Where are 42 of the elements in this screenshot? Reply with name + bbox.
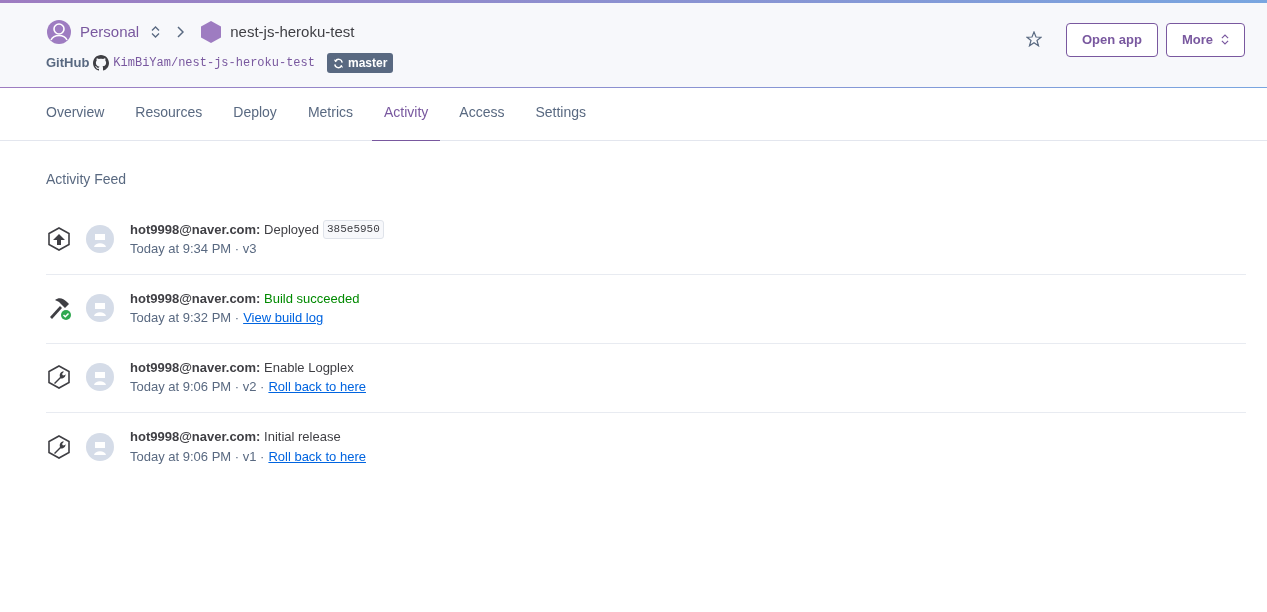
source-label: GitHub xyxy=(46,54,90,73)
nav-tab[interactable]: Overview xyxy=(34,88,117,141)
activity-text: hot9998@naver.com: Deployed xyxy=(130,220,319,239)
activity-link[interactable]: View build log xyxy=(243,308,324,328)
branch-badge: master xyxy=(326,53,394,73)
open-app-button[interactable]: Open app xyxy=(1066,23,1158,57)
nav-tab[interactable]: Activity xyxy=(372,88,441,141)
nav-tab[interactable]: Resources xyxy=(123,88,215,141)
commit-hash: 385e5950 xyxy=(323,220,384,239)
wrench-icon xyxy=(46,364,72,390)
avatar-icon xyxy=(46,19,72,45)
nav-tab[interactable]: Access xyxy=(447,88,517,141)
activity-link[interactable]: Roll back to here xyxy=(268,446,366,466)
nav-tab[interactable]: Metrics xyxy=(295,88,365,141)
wrench-icon xyxy=(46,433,72,460)
star-icon[interactable] xyxy=(1026,31,1042,47)
activity-meta: Today at 9:34 PM · v3 xyxy=(130,240,257,258)
sync-icon xyxy=(332,57,344,69)
activity-text: hot9998@naver.com: Enable Logplex xyxy=(130,358,354,377)
activity-text: hot9998@naver.com: Build succeeded xyxy=(130,289,360,308)
more-button[interactable]: More xyxy=(1165,23,1245,57)
caret-icon xyxy=(1221,34,1229,46)
activity-meta: Today at 9:06 PM · v2 · xyxy=(130,378,265,396)
app-name: nest-js-heroku-test xyxy=(230,21,355,42)
upload-icon xyxy=(46,226,72,252)
user-avatar xyxy=(86,363,114,391)
activity-meta: Today at 9:06 PM · v1 · xyxy=(130,447,265,466)
activity-meta: Today at 9:32 PM · xyxy=(130,309,240,327)
user-avatar xyxy=(86,225,114,253)
github-icon xyxy=(93,55,110,71)
hexagon-icon xyxy=(200,20,223,44)
chevron-right-icon xyxy=(176,26,185,38)
activity-text: hot9998@naver.com: Initial release xyxy=(130,428,341,446)
feed-title: Activity Feed xyxy=(46,170,128,189)
sort-caret-icon[interactable] xyxy=(151,26,161,38)
user-avatar xyxy=(86,432,114,461)
activity-link[interactable]: Roll back to here xyxy=(268,377,366,397)
nav-tab[interactable]: Settings xyxy=(523,88,599,141)
user-avatar xyxy=(86,294,114,322)
nav-tab[interactable]: Deploy xyxy=(221,88,289,141)
repo-link[interactable]: KimBiYam/nest-js-heroku-test xyxy=(113,54,315,72)
account-switcher[interactable]: Personal xyxy=(80,20,140,44)
